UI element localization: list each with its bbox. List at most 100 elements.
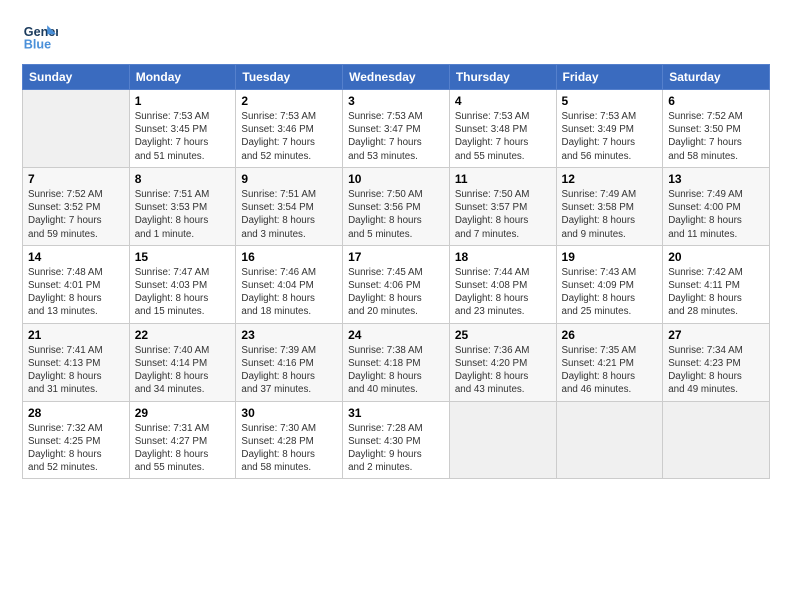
calendar-cell: 30Sunrise: 7:30 AM Sunset: 4:28 PM Dayli…	[236, 401, 343, 479]
day-number: 10	[348, 172, 444, 186]
calendar-cell: 7 Sunrise: 7:52 AM Sunset: 3:52 PM Daylig…	[23, 167, 130, 245]
calendar-cell: 20Sunrise: 7:42 AM Sunset: 4:11 PM Dayli…	[663, 245, 770, 323]
calendar-header-row: SundayMondayTuesdayWednesdayThursdayFrid…	[23, 65, 770, 90]
day-info: Sunrise: 7:47 AM Sunset: 4:03 PM Dayligh…	[135, 266, 231, 319]
calendar-cell: 5Sunrise: 7:53 AM Sunset: 3:49 PM Daylig…	[556, 90, 663, 168]
calendar-cell: 29 Sunrise: 7:31 AM Sunset: 4:27 PM Dayli…	[129, 401, 236, 479]
calendar-cell: 18 Sunrise: 7:44 AM Sunset: 4:08 PM Dayli…	[449, 245, 556, 323]
calendar-cell	[556, 401, 663, 479]
day-info: Sunrise: 7:38 AM Sunset: 4:18 PM Dayligh…	[348, 344, 444, 397]
day-number: 26	[562, 328, 658, 342]
calendar-week-row: 14 Sunrise: 7:48 AM Sunset: 4:01 PM Dayli…	[23, 245, 770, 323]
page-header: General Blue	[22, 18, 770, 54]
col-header-friday: Friday	[556, 65, 663, 90]
day-info: Sunrise: 7:52 AM Sunset: 3:52 PM Dayligh…	[28, 188, 124, 241]
day-number: 28	[28, 406, 124, 420]
day-info: Sunrise: 7:45 AM Sunset: 4:06 PM Dayligh…	[348, 266, 444, 319]
day-info: Sunrise: 7:53 AM Sunset: 3:48 PM Dayligh…	[455, 110, 551, 163]
day-number: 19	[562, 250, 658, 264]
day-number: 6	[668, 94, 764, 108]
day-number: 4	[455, 94, 551, 108]
day-number: 18	[455, 250, 551, 264]
day-info: Sunrise: 7:49 AM Sunset: 4:00 PM Dayligh…	[668, 188, 764, 241]
calendar-cell	[449, 401, 556, 479]
calendar-cell: 8Sunrise: 7:51 AM Sunset: 3:53 PM Daylig…	[129, 167, 236, 245]
calendar-cell: 27Sunrise: 7:34 AM Sunset: 4:23 PM Dayli…	[663, 323, 770, 401]
calendar-cell: 11 Sunrise: 7:50 AM Sunset: 3:57 PM Dayli…	[449, 167, 556, 245]
day-info: Sunrise: 7:31 AM Sunset: 4:27 PM Dayligh…	[135, 422, 231, 475]
day-info: Sunrise: 7:41 AM Sunset: 4:13 PM Dayligh…	[28, 344, 124, 397]
calendar-cell: 10 Sunrise: 7:50 AM Sunset: 3:56 PM Dayli…	[343, 167, 450, 245]
calendar-cell: 17 Sunrise: 7:45 AM Sunset: 4:06 PM Dayli…	[343, 245, 450, 323]
calendar-cell: 9 Sunrise: 7:51 AM Sunset: 3:54 PM Daylig…	[236, 167, 343, 245]
day-info: Sunrise: 7:53 AM Sunset: 3:45 PM Dayligh…	[135, 110, 231, 163]
logo: General Blue	[22, 18, 58, 54]
calendar-cell: 26 Sunrise: 7:35 AM Sunset: 4:21 PM Dayli…	[556, 323, 663, 401]
day-number: 11	[455, 172, 551, 186]
day-number: 15	[135, 250, 231, 264]
calendar-cell: 25 Sunrise: 7:36 AM Sunset: 4:20 PM Dayli…	[449, 323, 556, 401]
day-number: 2	[241, 94, 337, 108]
day-info: Sunrise: 7:42 AM Sunset: 4:11 PM Dayligh…	[668, 266, 764, 319]
day-info: Sunrise: 7:50 AM Sunset: 3:57 PM Dayligh…	[455, 188, 551, 241]
day-info: Sunrise: 7:53 AM Sunset: 3:47 PM Dayligh…	[348, 110, 444, 163]
day-number: 17	[348, 250, 444, 264]
calendar-week-row: 7 Sunrise: 7:52 AM Sunset: 3:52 PM Daylig…	[23, 167, 770, 245]
day-info: Sunrise: 7:40 AM Sunset: 4:14 PM Dayligh…	[135, 344, 231, 397]
calendar-cell: 3 Sunrise: 7:53 AM Sunset: 3:47 PM Daylig…	[343, 90, 450, 168]
day-number: 14	[28, 250, 124, 264]
logo-icon: General Blue	[22, 18, 58, 54]
day-info: Sunrise: 7:50 AM Sunset: 3:56 PM Dayligh…	[348, 188, 444, 241]
calendar-cell: 12Sunrise: 7:49 AM Sunset: 3:58 PM Dayli…	[556, 167, 663, 245]
calendar-cell: 4 Sunrise: 7:53 AM Sunset: 3:48 PM Daylig…	[449, 90, 556, 168]
col-header-tuesday: Tuesday	[236, 65, 343, 90]
calendar-week-row: 21 Sunrise: 7:41 AM Sunset: 4:13 PM Dayli…	[23, 323, 770, 401]
day-info: Sunrise: 7:32 AM Sunset: 4:25 PM Dayligh…	[28, 422, 124, 475]
calendar-week-row: 28 Sunrise: 7:32 AM Sunset: 4:25 PM Dayli…	[23, 401, 770, 479]
calendar-table: SundayMondayTuesdayWednesdayThursdayFrid…	[22, 64, 770, 479]
day-info: Sunrise: 7:34 AM Sunset: 4:23 PM Dayligh…	[668, 344, 764, 397]
calendar-cell: 1Sunrise: 7:53 AM Sunset: 3:45 PM Daylig…	[129, 90, 236, 168]
calendar-cell: 31 Sunrise: 7:28 AM Sunset: 4:30 PM Dayli…	[343, 401, 450, 479]
calendar-cell	[663, 401, 770, 479]
day-info: Sunrise: 7:43 AM Sunset: 4:09 PM Dayligh…	[562, 266, 658, 319]
day-info: Sunrise: 7:46 AM Sunset: 4:04 PM Dayligh…	[241, 266, 337, 319]
day-info: Sunrise: 7:52 AM Sunset: 3:50 PM Dayligh…	[668, 110, 764, 163]
calendar-cell: 23Sunrise: 7:39 AM Sunset: 4:16 PM Dayli…	[236, 323, 343, 401]
calendar-cell	[23, 90, 130, 168]
calendar-cell: 15 Sunrise: 7:47 AM Sunset: 4:03 PM Dayli…	[129, 245, 236, 323]
day-info: Sunrise: 7:51 AM Sunset: 3:54 PM Dayligh…	[241, 188, 337, 241]
calendar-cell: 19 Sunrise: 7:43 AM Sunset: 4:09 PM Dayli…	[556, 245, 663, 323]
svg-text:Blue: Blue	[24, 38, 51, 52]
day-number: 22	[135, 328, 231, 342]
day-number: 21	[28, 328, 124, 342]
day-info: Sunrise: 7:48 AM Sunset: 4:01 PM Dayligh…	[28, 266, 124, 319]
calendar-week-row: 1Sunrise: 7:53 AM Sunset: 3:45 PM Daylig…	[23, 90, 770, 168]
day-info: Sunrise: 7:53 AM Sunset: 3:49 PM Dayligh…	[562, 110, 658, 163]
day-number: 8	[135, 172, 231, 186]
day-number: 31	[348, 406, 444, 420]
col-header-monday: Monday	[129, 65, 236, 90]
day-number: 25	[455, 328, 551, 342]
day-number: 12	[562, 172, 658, 186]
day-info: Sunrise: 7:39 AM Sunset: 4:16 PM Dayligh…	[241, 344, 337, 397]
col-header-thursday: Thursday	[449, 65, 556, 90]
day-info: Sunrise: 7:35 AM Sunset: 4:21 PM Dayligh…	[562, 344, 658, 397]
calendar-cell: 21 Sunrise: 7:41 AM Sunset: 4:13 PM Dayli…	[23, 323, 130, 401]
col-header-saturday: Saturday	[663, 65, 770, 90]
calendar-cell: 6 Sunrise: 7:52 AM Sunset: 3:50 PM Daylig…	[663, 90, 770, 168]
calendar-cell: 13Sunrise: 7:49 AM Sunset: 4:00 PM Dayli…	[663, 167, 770, 245]
day-info: Sunrise: 7:28 AM Sunset: 4:30 PM Dayligh…	[348, 422, 444, 475]
day-number: 16	[241, 250, 337, 264]
col-header-sunday: Sunday	[23, 65, 130, 90]
day-number: 9	[241, 172, 337, 186]
day-info: Sunrise: 7:44 AM Sunset: 4:08 PM Dayligh…	[455, 266, 551, 319]
day-number: 29	[135, 406, 231, 420]
day-info: Sunrise: 7:36 AM Sunset: 4:20 PM Dayligh…	[455, 344, 551, 397]
day-number: 30	[241, 406, 337, 420]
day-number: 24	[348, 328, 444, 342]
day-number: 3	[348, 94, 444, 108]
calendar-cell: 2Sunrise: 7:53 AM Sunset: 3:46 PM Daylig…	[236, 90, 343, 168]
day-number: 7	[28, 172, 124, 186]
calendar-cell: 28 Sunrise: 7:32 AM Sunset: 4:25 PM Dayli…	[23, 401, 130, 479]
